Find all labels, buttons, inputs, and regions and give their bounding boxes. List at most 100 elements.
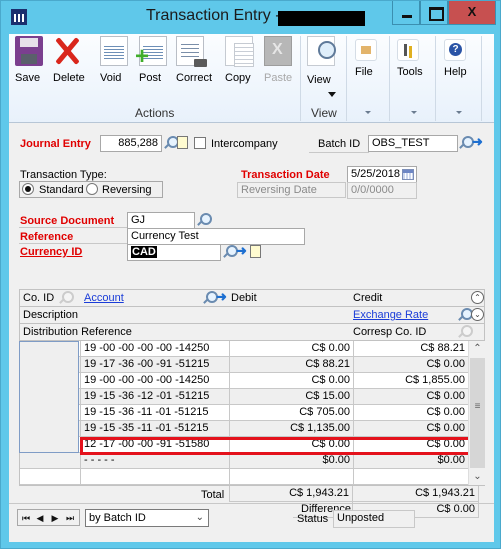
debit-cell[interactable]: C$ 0.00 xyxy=(230,341,354,357)
co-id-selection-cell[interactable] xyxy=(19,341,79,453)
post-button[interactable]: Post xyxy=(135,36,167,84)
credit-cell[interactable]: C$ 1,855.00 xyxy=(354,373,469,389)
table-row[interactable]: 19 -00 -00 -00 -00 -14250 C$ 0.00 C$ 1,855… xyxy=(20,373,469,389)
minimize-button[interactable] xyxy=(392,1,420,25)
account-cell[interactable]: - - - - - xyxy=(81,453,230,469)
journal-entry-note-icon[interactable] xyxy=(177,136,188,149)
account-header-link[interactable]: Account xyxy=(84,290,124,306)
reference-label: Reference xyxy=(20,231,74,243)
table-row[interactable]: 19 -15 -36 -11 -01 -51215 C$ 705.00 C$ 0.0… xyxy=(20,405,469,421)
scroll-up-button[interactable]: ⌃ xyxy=(469,341,486,357)
account-cell[interactable]: 19 -00 -00 -00 -00 -14250 xyxy=(81,341,230,357)
credit-cell[interactable]: C$ 0.00 xyxy=(354,357,469,373)
account-expand-arrow-icon[interactable]: ➜ xyxy=(216,290,228,304)
debit-cell[interactable]: C$ 0.00 xyxy=(230,373,354,389)
table-row[interactable]: 12 -17 -00 -00 -91 -51580 C$ 0.00 C$ 0.00 xyxy=(20,437,469,453)
paste-button[interactable]: Paste xyxy=(264,36,292,84)
debit-cell[interactable]: C$ 705.00 xyxy=(230,405,354,421)
batch-id-expand-arrow-icon[interactable]: ➜ xyxy=(472,135,484,149)
debit-cell[interactable]: C$ 0.00 xyxy=(230,437,354,453)
tools-menu-button[interactable]: Tools xyxy=(397,39,423,78)
standard-radio[interactable] xyxy=(22,183,34,195)
table-row[interactable]: 19 -00 -00 -00 -00 -14250 C$ 0.00 C$ 88.21 xyxy=(20,341,469,357)
account-cell[interactable]: 12 -17 -00 -00 -91 -51580 xyxy=(81,437,230,453)
help-menu-button[interactable]: Help xyxy=(444,39,467,78)
journal-entry-field[interactable]: 885,288 xyxy=(100,135,162,152)
ribbon-separator xyxy=(389,36,390,121)
first-record-button[interactable]: ⏮ xyxy=(20,511,32,525)
table-row[interactable] xyxy=(20,469,469,485)
currency-id-expand-arrow-icon[interactable]: ➜ xyxy=(236,244,248,258)
copy-button[interactable]: Copy xyxy=(225,36,254,84)
batch-id-lookup-icon[interactable] xyxy=(458,136,474,150)
credit-cell[interactable]: C$ 0.00 xyxy=(354,389,469,405)
credit-cell[interactable]: C$ 0.00 xyxy=(354,405,469,421)
void-button[interactable]: Void xyxy=(100,36,128,84)
close-button[interactable]: X xyxy=(448,1,496,25)
currency-id-field[interactable]: CAD xyxy=(127,244,221,261)
tools-dropdown-arrow-icon[interactable] xyxy=(411,111,417,114)
help-dropdown-arrow-icon[interactable] xyxy=(456,111,462,114)
credit-cell[interactable]: C$ 88.21 xyxy=(354,341,469,357)
debit-cell[interactable]: C$ 88.21 xyxy=(230,357,354,373)
save-button[interactable]: Save xyxy=(15,36,43,84)
reversing-radio[interactable] xyxy=(86,183,98,195)
delete-button[interactable]: Delete xyxy=(53,36,85,84)
last-record-button[interactable]: ⏭ xyxy=(64,511,76,525)
intercompany-label: Intercompany xyxy=(211,138,278,150)
intercompany-checkbox[interactable] xyxy=(194,137,206,149)
account-cell[interactable]: 19 -15 -35 -11 -01 -51215 xyxy=(81,421,230,437)
co-id-cell[interactable] xyxy=(20,453,81,469)
source-document-label: Source Document xyxy=(20,215,115,227)
exchange-rate-lookup-icon[interactable] xyxy=(457,308,473,322)
account-cell[interactable]: 19 -15 -36 -11 -01 -51215 xyxy=(81,405,230,421)
scroll-down-button[interactable]: ⌄ xyxy=(469,469,486,485)
credit-cell[interactable]: C$ 0.00 xyxy=(354,437,469,453)
title-bar[interactable]: Transaction Entry - X xyxy=(1,1,500,34)
view-dropdown-arrow-icon[interactable] xyxy=(328,92,336,97)
calendar-icon[interactable] xyxy=(402,169,414,180)
currency-id-lookup-icon[interactable] xyxy=(222,245,238,259)
debit-cell[interactable]: C$ 15.00 xyxy=(230,389,354,405)
account-cell[interactable]: 19 -00 -00 -00 -00 -14250 xyxy=(81,373,230,389)
file-menu-button[interactable]: File xyxy=(355,39,377,78)
debit-cell[interactable]: $0.00 xyxy=(230,453,354,469)
table-row[interactable]: - - - - - $0.00 $0.00 xyxy=(20,453,469,469)
table-row[interactable]: 19 -15 -35 -11 -01 -51215 C$ 1,135.00 C$ 0… xyxy=(20,421,469,437)
window-client-area: Save Delete Void Post Correct Copy xyxy=(9,34,494,542)
view-button[interactable]: View xyxy=(307,36,336,86)
table-row[interactable]: 19 -15 -36 -12 -01 -51215 C$ 15.00 C$ 0.00 xyxy=(20,389,469,405)
batch-id-field[interactable]: OBS_TEST xyxy=(368,135,458,152)
credit-cell[interactable]: $0.00 xyxy=(354,453,469,469)
debit-cell[interactable]: C$ 1,135.00 xyxy=(230,421,354,437)
next-record-button[interactable]: ▶ xyxy=(49,511,61,525)
reference-field[interactable]: Currency Test xyxy=(127,228,305,245)
expand-rows-icon[interactable]: ⌄ xyxy=(471,308,484,321)
debit-cell[interactable] xyxy=(230,469,354,485)
source-document-field[interactable]: GJ xyxy=(127,212,195,229)
journal-entry-lookup-icon[interactable] xyxy=(163,136,179,150)
currency-id-label[interactable]: Currency ID xyxy=(20,246,82,258)
source-document-lookup-icon[interactable] xyxy=(196,213,212,227)
credit-cell[interactable] xyxy=(354,469,469,485)
ribbon-separator xyxy=(481,36,482,121)
account-cell[interactable] xyxy=(81,469,230,485)
account-cell[interactable]: 19 -17 -36 -00 -91 -51215 xyxy=(81,357,230,373)
account-lookup-icon[interactable] xyxy=(202,291,218,305)
co-id-lookup-icon xyxy=(58,291,74,305)
currency-id-note-icon[interactable] xyxy=(250,245,261,258)
table-row[interactable]: 19 -17 -36 -00 -91 -51215 C$ 88.21 C$ 0.00 xyxy=(20,357,469,373)
co-id-cell[interactable] xyxy=(20,469,81,485)
account-cell[interactable]: 19 -15 -36 -12 -01 -51215 xyxy=(81,389,230,405)
previous-record-button[interactable]: ◀ xyxy=(34,511,46,525)
journal-entry-label: Journal Entry xyxy=(20,138,91,150)
grid-vertical-scrollbar[interactable]: ⌃ ≡ ⌄ xyxy=(468,341,485,485)
exchange-rate-header-link[interactable]: Exchange Rate xyxy=(353,307,428,323)
browse-by-select[interactable]: by Batch ID ⌄ xyxy=(85,509,209,527)
maximize-button[interactable] xyxy=(420,1,448,25)
file-dropdown-arrow-icon[interactable] xyxy=(365,111,371,114)
collapse-rows-icon[interactable]: ⌃ xyxy=(471,291,484,304)
correct-button[interactable]: Correct xyxy=(176,36,212,84)
window-title: Transaction Entry - xyxy=(146,7,281,24)
credit-cell[interactable]: C$ 0.00 xyxy=(354,421,469,437)
